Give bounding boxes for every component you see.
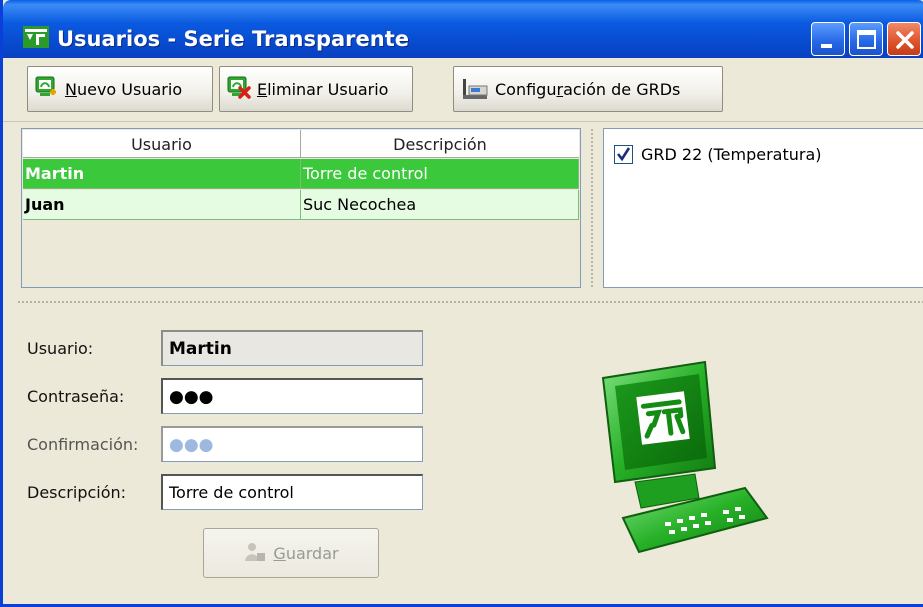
confirm-password-label: Confirmación:: [27, 435, 139, 454]
delete-user-icon: [227, 76, 251, 99]
grd-list-item[interactable]: GRD 22 (Temperatura): [614, 145, 822, 164]
app-logo-icon: [23, 26, 49, 48]
delete-user-button[interactable]: Eliminar Usuario: [219, 66, 413, 112]
close-button[interactable]: [887, 22, 921, 56]
descripcion-label: Descripción:: [27, 483, 127, 502]
close-icon: [896, 31, 914, 49]
save-user-icon: [245, 543, 266, 561]
usuario-field[interactable]: Martin: [161, 330, 423, 366]
column-header-descripcion[interactable]: Descripción: [301, 130, 579, 158]
device-config-icon: [463, 79, 488, 99]
grd-checkbox[interactable]: [614, 145, 633, 164]
new-user-label: Nuevo Usuario: [65, 79, 183, 99]
minimize-button[interactable]: [811, 22, 845, 56]
table-row[interactable]: Martin Torre de control: [23, 159, 579, 189]
configure-grds-label: Configuración de GRDs: [495, 79, 681, 99]
save-button-label: Guardar: [273, 543, 339, 563]
computer-logo-icon: [601, 360, 769, 554]
vertical-splitter[interactable]: [583, 128, 601, 288]
save-button[interactable]: Guardar: [203, 528, 379, 578]
password-label: Contraseña:: [27, 387, 125, 406]
horizontal-splitter[interactable]: [17, 296, 923, 308]
add-user-icon: [35, 76, 56, 96]
new-user-button[interactable]: Nuevo Usuario: [27, 66, 213, 112]
confirm-password-field[interactable]: ●●●: [161, 426, 423, 462]
cell-descripcion: Torre de control: [301, 159, 579, 189]
cell-usuario: Martin: [23, 159, 301, 189]
maximize-icon: [857, 30, 876, 49]
password-field[interactable]: ●●●: [161, 378, 423, 414]
table-header: Usuario Descripción: [23, 130, 579, 158]
users-table: Usuario Descripción Martin Torre de cont…: [21, 128, 581, 288]
toolbar: Nuevo Usuario Eliminar Usuario Configura…: [3, 58, 923, 122]
app-window: Usuarios - Serie Transparente Nuevo Usua…: [0, 0, 923, 607]
descripcion-field[interactable]: Torre de control: [161, 474, 423, 510]
checkmark-icon: [616, 147, 631, 162]
minimize-icon: [821, 44, 832, 48]
window-title: Usuarios - Serie Transparente: [57, 27, 409, 51]
maximize-button[interactable]: [849, 22, 883, 56]
cell-usuario: Juan: [23, 190, 301, 220]
title-bar[interactable]: Usuarios - Serie Transparente: [3, 0, 923, 58]
usuario-label: Usuario:: [27, 339, 94, 358]
column-header-usuario[interactable]: Usuario: [23, 130, 301, 158]
table-row[interactable]: Juan Suc Necochea: [23, 190, 579, 220]
configure-grds-button[interactable]: Configuración de GRDs: [453, 66, 723, 112]
grd-list: GRD 22 (Temperatura): [603, 128, 923, 288]
cell-descripcion: Suc Necochea: [301, 190, 579, 220]
delete-user-label: Eliminar Usuario: [257, 79, 389, 99]
grd-item-label: GRD 22 (Temperatura): [641, 145, 822, 164]
